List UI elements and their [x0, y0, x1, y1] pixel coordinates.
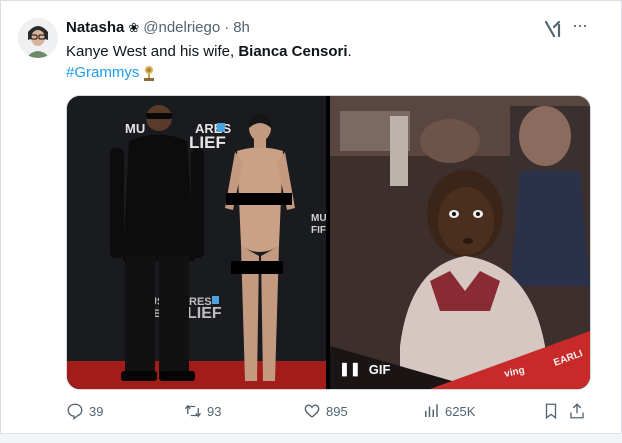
tweet-text-end: .: [347, 43, 352, 60]
author-handle[interactable]: @ndelriego: [143, 18, 220, 38]
backdrop-text: MU: [125, 121, 145, 136]
media-grid[interactable]: MU ARES LIEF US RES RE LIEF MU FIF: [66, 95, 591, 390]
timestamp[interactable]: 8h: [233, 18, 250, 38]
repost-icon: [184, 404, 202, 418]
tweet-header: Natasha ❀ @ndelriego · 8h: [66, 18, 250, 38]
backdrop-text: MU: [311, 213, 326, 224]
gif-controls: ❚❚ GIF: [339, 361, 390, 377]
like-count: 895: [326, 403, 348, 419]
bookmark-icon: [545, 403, 557, 420]
tweet-text-plain: Kanye West and his wife,: [66, 43, 239, 60]
view-count: 625K: [445, 403, 476, 419]
author-name[interactable]: Natasha: [66, 18, 124, 38]
reply-button[interactable]: 39: [66, 402, 103, 420]
tweet-text-bold: Bianca Censori: [238, 43, 348, 60]
reply-icon: [67, 403, 83, 420]
avatar-image: [18, 18, 58, 58]
verified-badge-icon: ❀: [128, 20, 140, 35]
bookmark-button[interactable]: [542, 402, 560, 420]
share-icon: [570, 403, 584, 419]
hashtag-line: #Grammys: [66, 63, 156, 83]
backdrop-text: LIEF: [187, 305, 222, 322]
more-options-icon[interactable]: ···: [572, 15, 588, 36]
grammy-trophy-icon: [142, 65, 156, 81]
gif-label: GIF: [368, 361, 391, 377]
like-button[interactable]: 895: [303, 402, 348, 420]
pause-icon[interactable]: ❚❚: [339, 361, 361, 377]
hashtag-link[interactable]: #Grammys: [66, 63, 139, 83]
repost-button[interactable]: 93: [184, 402, 221, 420]
heart-icon: [304, 404, 320, 418]
separator: ·: [224, 19, 230, 36]
next-post-edge: [0, 433, 622, 443]
action-bar: 39 93 895 625K: [66, 402, 592, 422]
reply-count: 39: [89, 403, 104, 419]
reaction-gif[interactable]: ving EARLI: [330, 96, 590, 389]
views-button[interactable]: 625K: [422, 402, 475, 420]
avatar[interactable]: [18, 18, 58, 58]
views-chart-icon: [425, 404, 438, 417]
repost-count: 93: [207, 403, 222, 419]
share-button[interactable]: [568, 402, 586, 420]
grok-icon[interactable]: [543, 19, 563, 39]
tweet-text: Kanye West and his wife, Bianca Censori.: [66, 42, 352, 62]
backdrop-text: FIF: [311, 225, 326, 236]
red-carpet-photo[interactable]: MU ARES LIEF US RES RE LIEF MU FIF: [67, 96, 326, 389]
